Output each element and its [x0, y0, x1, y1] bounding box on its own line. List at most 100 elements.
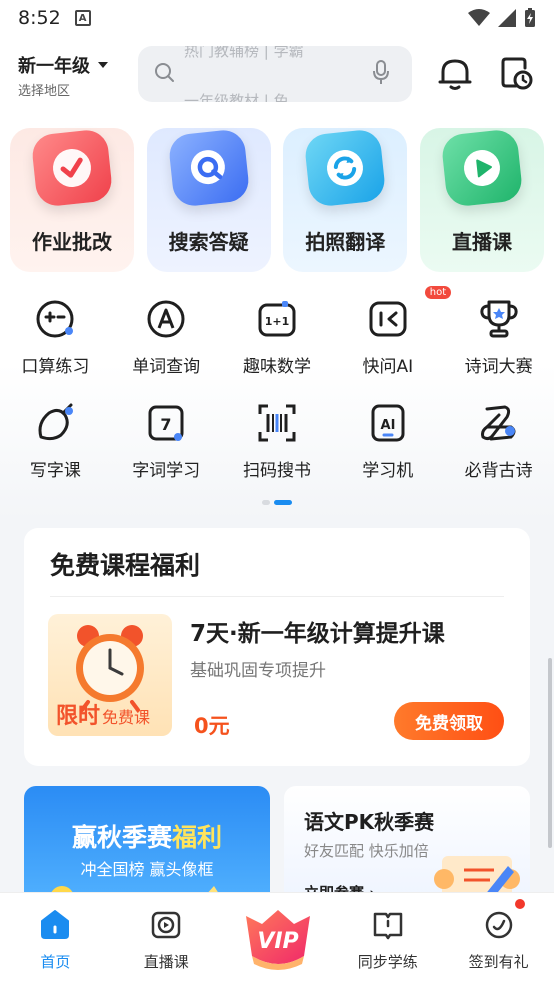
chinese-pk-promo[interactable]: 语文PK秋季赛 好友匹配 快乐加倍 立即参赛 › — [284, 786, 530, 906]
nav-sync-practice[interactable]: 同步学练 — [332, 893, 443, 985]
promo-subtitle: 好友匹配 快乐加倍 — [304, 842, 429, 860]
scrollbar[interactable] — [548, 658, 552, 848]
search-hint-bottom: 一年级教材 | 免 — [184, 92, 289, 102]
free-course-label: 免费课 — [102, 708, 151, 727]
claim-free-button[interactable]: 免费领取 — [394, 702, 504, 740]
tablet-ai-icon-text: AI — [380, 418, 395, 433]
chat-ai-icon: hot — [365, 286, 452, 342]
feature-photo-translate[interactable]: 拍照翻译 — [283, 128, 408, 272]
main-feature-row: 作业批改 搜索答疑 拍照翻译 直播课 — [10, 128, 544, 272]
smile-plus-icon — [32, 296, 78, 342]
search-input[interactable]: 热门教辅榜 | 学霸 一年级教材 | 免 — [138, 46, 412, 102]
promo-subtitle: 冲全国榜 赢头像框 — [80, 860, 214, 879]
feature-search-answer[interactable]: 搜索答疑 — [146, 128, 271, 272]
tool-label: 字词学习 — [132, 461, 201, 481]
status-time: 8:52 — [18, 7, 61, 29]
tool-fun-math[interactable]: 1+1 趣味数学 — [222, 296, 333, 400]
tool-label: 口算练习 — [21, 357, 90, 377]
promo-title: 赢秋季赛福利 — [24, 818, 270, 854]
notification-dot — [515, 899, 526, 909]
brush-icon — [32, 400, 78, 446]
grade-label: 新一年级 — [18, 56, 90, 77]
search-q-icon — [167, 128, 251, 208]
tool-label: 趣味数学 — [242, 357, 311, 377]
tool-quick-ask-ai[interactable]: hot 快问AI — [332, 286, 452, 400]
tablet-ai-icon: AI — [365, 400, 411, 446]
page-dot[interactable] — [262, 500, 270, 505]
bell-icon[interactable] — [438, 56, 472, 92]
limited-free-tag: 限时 免费课 — [56, 698, 150, 730]
tool-poetry-contest[interactable]: 诗词大赛 — [443, 296, 554, 400]
nav-live-class[interactable]: 直播课 — [111, 893, 222, 985]
tool-row: 口算练习 单词查询 1+1 趣味数学 hot 快问AI 诗词大赛 — [0, 286, 554, 400]
home-icon — [38, 907, 72, 941]
feature-label: 作业批改 — [32, 230, 112, 254]
feature-label: 拍照翻译 — [305, 230, 386, 254]
refresh-icon — [303, 128, 387, 208]
feature-live-class[interactable]: 直播课 — [419, 128, 544, 272]
tool-label: 诗词大赛 — [464, 357, 533, 377]
promo-title: 语文PK秋季赛 — [304, 810, 435, 834]
tool-word-study[interactable]: 7 字词学习 — [111, 400, 222, 504]
nav-label: 直播课 — [143, 953, 189, 971]
tool-word-lookup[interactable]: 单词查询 — [111, 296, 222, 400]
status-icons — [468, 8, 536, 28]
promo-title-main: 赢秋季赛 — [71, 823, 172, 852]
calculator-icon-text: 1+1 — [265, 315, 290, 328]
nav-check-in[interactable]: 签到有礼 — [443, 893, 554, 985]
autumn-contest-promo[interactable]: 赢秋季赛福利 冲全国榜 赢头像框 — [24, 786, 270, 906]
notification-icon: A — [74, 10, 91, 26]
microphone-icon[interactable] — [372, 60, 390, 86]
live-play-icon — [149, 907, 183, 941]
page-dot-active[interactable] — [274, 500, 292, 505]
tool-label: 学习机 — [362, 461, 414, 481]
section-title: 免费课程福利 — [50, 551, 201, 580]
tool-study-device[interactable]: AI 学习机 — [332, 400, 443, 504]
limited-label: 限时 — [56, 704, 101, 729]
letter-a-icon — [143, 296, 189, 342]
feature-label: 搜索答疑 — [168, 230, 249, 254]
divider — [50, 596, 504, 597]
region-label: 选择地区 — [18, 84, 71, 99]
promo-title-accent: 福利 — [172, 823, 223, 852]
nav-label: 首页 — [40, 953, 71, 971]
grade-selector[interactable]: 新一年级 — [18, 52, 108, 78]
region-selector[interactable]: 新一年级 选择地区 — [18, 52, 108, 99]
history-icon[interactable] — [500, 56, 534, 92]
trophy-icon — [476, 296, 522, 342]
nav-home[interactable]: 首页 — [0, 893, 111, 985]
book-icon — [371, 907, 405, 941]
tool-classic-poems[interactable]: 必背古诗 — [443, 400, 554, 504]
caret-down-icon — [98, 62, 108, 68]
check-in-icon — [482, 907, 516, 941]
scroll-icon — [476, 400, 522, 446]
course-subtitle: 基础巩固专项提升 — [190, 661, 326, 681]
nav-label: 同步学练 — [357, 953, 418, 971]
free-course-card: 免费课程福利 限时 免费课 7天·新一年级计算提升课 基础巩固专项提升 0元 免… — [24, 528, 530, 766]
feature-homework-check[interactable]: 作业批改 — [10, 128, 134, 272]
check-icon — [30, 128, 114, 208]
tool-mental-math[interactable]: 口算练习 — [0, 296, 111, 400]
feature-label: 直播课 — [451, 230, 512, 254]
signal-icon — [498, 9, 516, 27]
status-bar: 8:52 A — [0, 0, 554, 36]
tool-row: 写字课 7 字词学习 扫码搜书 AI 学习机 必背古诗 — [0, 400, 554, 504]
wifi-icon — [468, 9, 490, 26]
course-thumbnail[interactable]: 限时 免费课 — [48, 614, 172, 736]
vip-label: VIP — [257, 929, 298, 954]
calculator-icon: 1+1 — [254, 296, 300, 342]
tool-writing-class[interactable]: 写字课 — [0, 400, 111, 504]
nav-label: 签到有礼 — [468, 953, 529, 971]
vip-crown-icon: VIP — [246, 910, 310, 970]
character-icon: 7 — [143, 400, 189, 446]
search-icon — [155, 63, 174, 82]
tool-label: 快问AI — [362, 357, 414, 377]
vip-button[interactable]: VIP — [240, 906, 316, 970]
course-price: 0元 — [194, 714, 230, 738]
page-indicator — [262, 500, 292, 505]
barcode-scan-icon — [254, 400, 300, 446]
header: 新一年级 选择地区 热门教辅榜 | 学霸 一年级教材 | 免 — [0, 40, 554, 110]
tool-label: 必背古诗 — [464, 461, 533, 481]
course-name[interactable]: 7天·新一年级计算提升课 — [190, 614, 445, 648]
tool-scan-book[interactable]: 扫码搜书 — [222, 400, 333, 504]
